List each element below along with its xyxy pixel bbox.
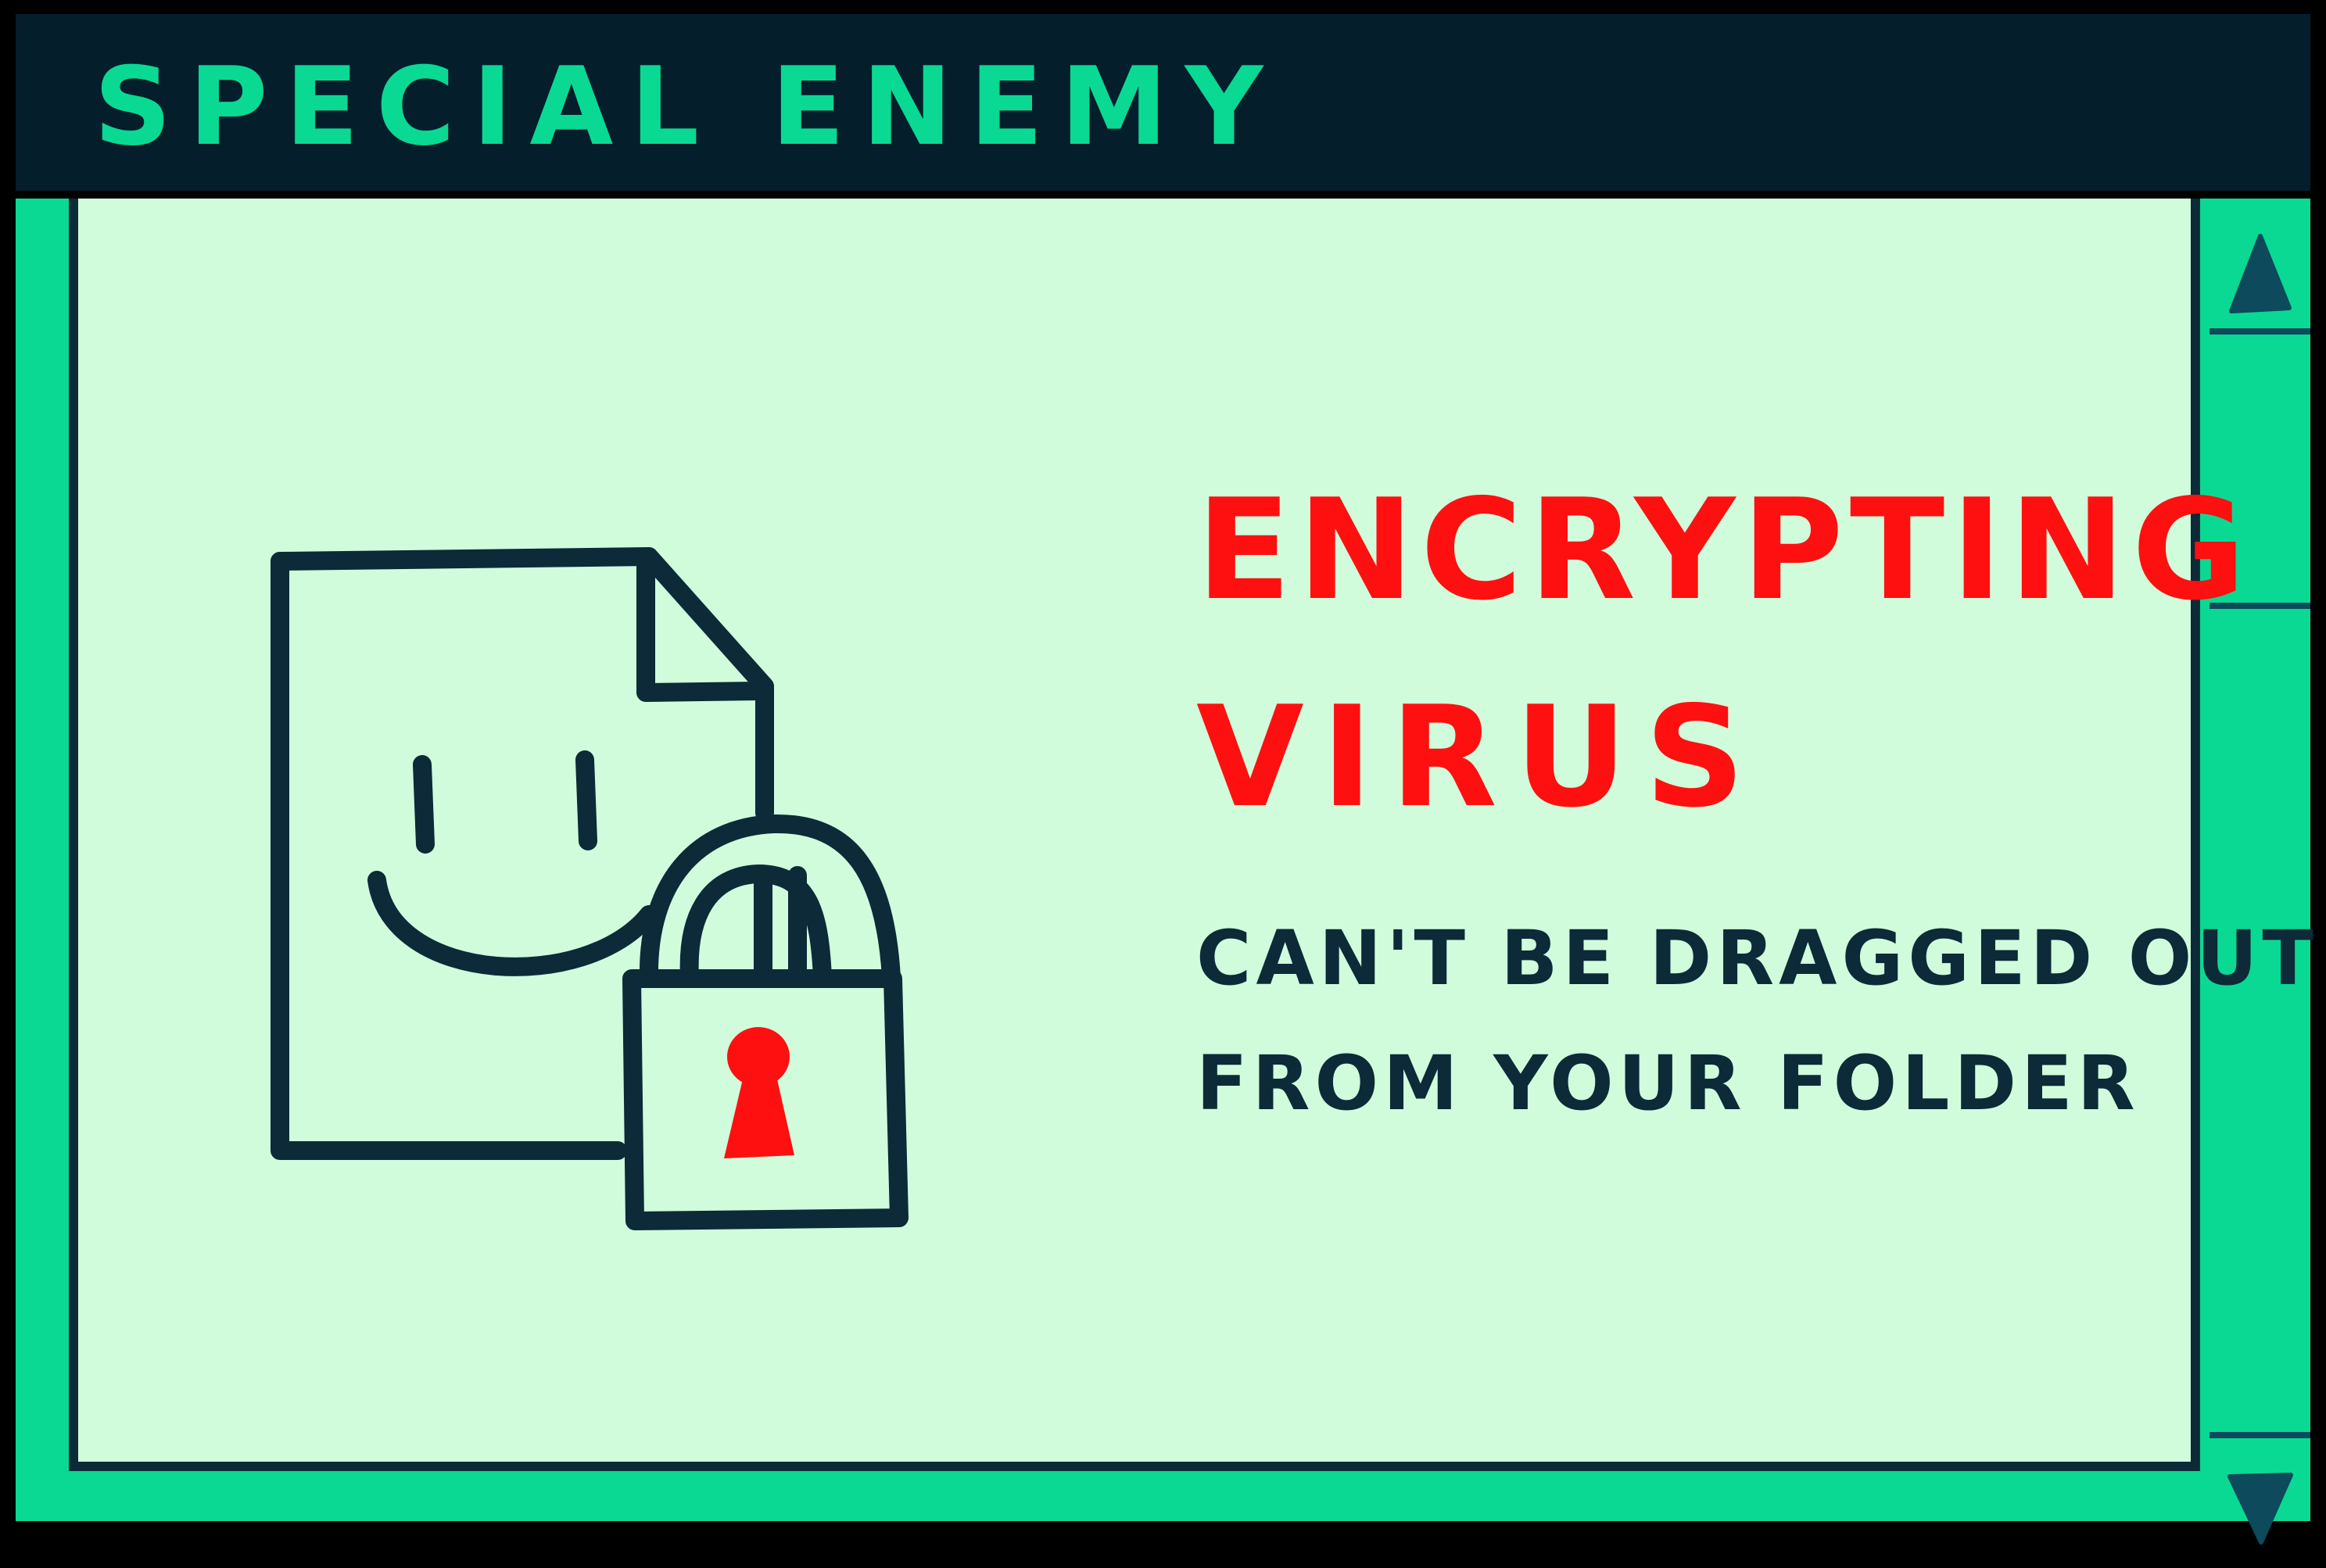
- window-title: SPECIAL ENEMY: [94, 44, 1281, 170]
- enemy-name-line2: VIRUS: [1196, 676, 1762, 838]
- enemy-card-window: SPECIAL ENEMY ENCRYPTING VIRUS CAN'T BE …: [0, 0, 2326, 1545]
- scroll-separator: [2210, 328, 2310, 335]
- scroll-down-button[interactable]: [2210, 1451, 2310, 1568]
- scroll-up-button[interactable]: [2210, 214, 2310, 331]
- enemy-name-line1: ENCRYPTING: [1196, 469, 2253, 631]
- scroll-separator: [2210, 1432, 2310, 1438]
- triangle-down-icon: [2227, 1473, 2293, 1545]
- description-line1: CAN'T BE DRAGGED OUT: [1196, 915, 2318, 1002]
- description-line2: FROM YOUR FOLDER: [1196, 1040, 2140, 1127]
- scrollbar[interactable]: [2210, 199, 2310, 1545]
- triangle-up-icon: [2228, 234, 2292, 313]
- locked-file-icon: [271, 547, 909, 1230]
- title-bar: SPECIAL ENEMY: [16, 14, 2310, 191]
